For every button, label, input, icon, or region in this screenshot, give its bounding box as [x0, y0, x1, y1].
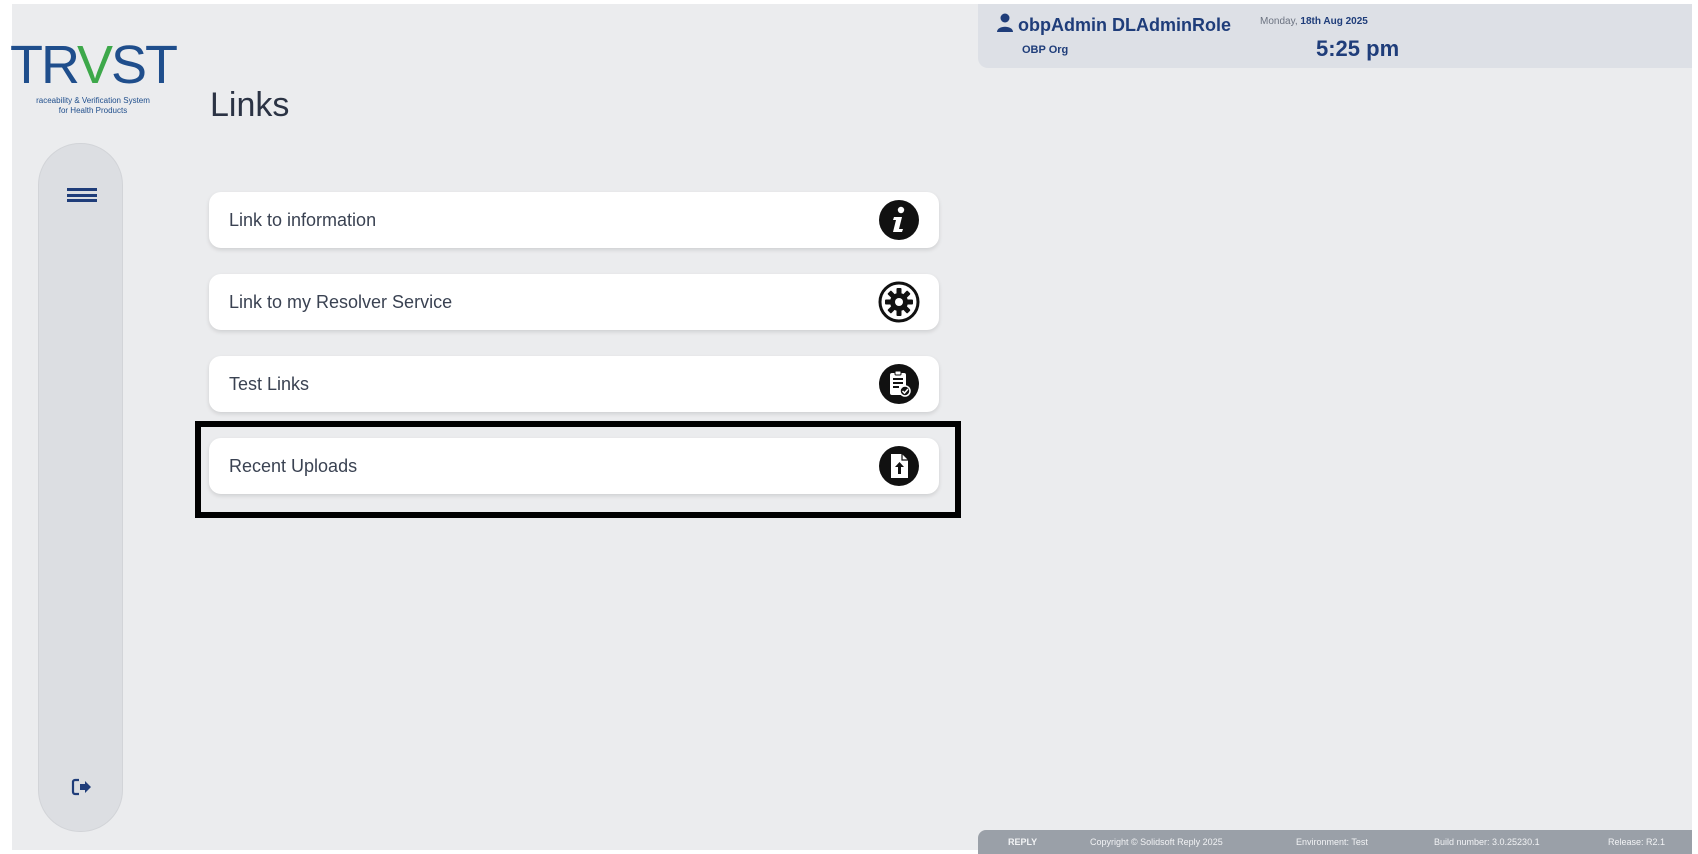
test-links-card[interactable]: Test Links: [209, 356, 939, 412]
link-to-information-card[interactable]: Link to information: [209, 192, 939, 248]
highlight-box: [195, 421, 961, 518]
build-number-text: Build number: 3.0.25230.1: [1434, 837, 1540, 847]
user-name: obpAdmin DLAdminRole: [1018, 15, 1231, 35]
footer: REPLY Copyright © Solidsoft Reply 2025 E…: [978, 830, 1692, 854]
gear-icon: [878, 281, 920, 323]
clipboard-check-icon: [879, 364, 919, 404]
logo-tagline: raceability & Verification System for He…: [36, 96, 150, 115]
trvst-logo: TRVST raceability & Verification System …: [8, 38, 178, 116]
user-panel: obpAdmin DLAdminRole OBP Org Monday, 18t…: [978, 4, 1692, 68]
reply-logo: REPLY: [1008, 837, 1038, 847]
card-label: Test Links: [229, 373, 310, 394]
org-name: OBP Org: [1022, 44, 1069, 56]
card-label: Link to my Resolver Service: [229, 291, 453, 312]
info-icon: [879, 200, 919, 240]
environment-text: Environment: Test: [1296, 837, 1368, 847]
grid-menu-icon[interactable]: [67, 188, 97, 202]
card-label: Link to information: [229, 209, 377, 230]
time-display: 5:25 pm: [1316, 36, 1400, 61]
page-title: Links: [210, 86, 290, 124]
sidebar: [38, 143, 123, 832]
link-to-resolver-service-card[interactable]: Link to my Resolver Service: [209, 274, 939, 330]
logo-wordmark: TRVST: [9, 35, 178, 95]
copyright-text: Copyright © Solidsoft Reply 2025: [1090, 837, 1223, 847]
user-icon: [997, 13, 1013, 32]
release-text: Release: R2.1: [1608, 837, 1666, 847]
date-display: Monday, 18th Aug 2025: [1260, 16, 1368, 27]
app-window: TRVST raceability & Verification System …: [10, 4, 1692, 854]
logout-icon[interactable]: [69, 774, 95, 800]
